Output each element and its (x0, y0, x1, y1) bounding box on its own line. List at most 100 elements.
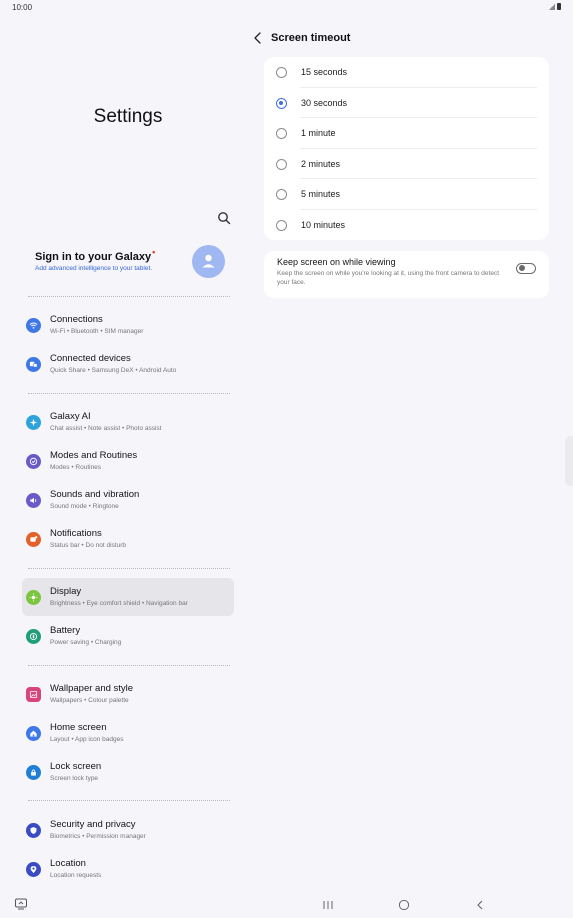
account-title-text: Sign in to your Galaxy (35, 251, 152, 263)
option-label: 15 seconds (301, 67, 348, 77)
timeout-option-1-minute[interactable]: 1 minute (264, 118, 549, 149)
item-subtitle: Sound mode • Ringtone (50, 503, 119, 510)
wifi-icon (26, 318, 41, 333)
back-nav-button[interactable] (474, 898, 486, 910)
item-title: Sounds and vibration (50, 489, 140, 500)
item-title: Display (50, 586, 82, 597)
detail-title: Screen timeout (271, 32, 351, 44)
navigation-bar (0, 894, 573, 918)
settings-item-notifications[interactable]: Notifications Status bar • Do not distur… (22, 520, 234, 558)
lock-icon (26, 765, 41, 780)
person-icon (202, 254, 215, 268)
location-pin-icon (26, 862, 41, 877)
search-button[interactable] (216, 210, 232, 226)
divider (28, 665, 230, 666)
timeout-option-5-minutes[interactable]: 5 minutes (264, 179, 549, 210)
settings-item-lock-screen[interactable]: Lock screen Screen lock type (22, 753, 234, 791)
image-icon (26, 687, 41, 702)
edge-panel-handle[interactable] (565, 436, 573, 486)
toggle-knob (518, 265, 525, 272)
avatar (192, 245, 225, 278)
item-subtitle: Location requests (50, 872, 102, 879)
settings-item-sounds[interactable]: Sounds and vibration Sound mode • Ringto… (22, 481, 234, 519)
sun-icon (26, 590, 41, 605)
signal-icon (549, 3, 555, 10)
settings-item-wallpaper[interactable]: Wallpaper and style Wallpapers • Colour … (22, 675, 234, 713)
timeout-option-15-seconds[interactable]: 15 seconds (264, 57, 549, 88)
item-title: Lock screen (50, 761, 102, 772)
home-circle-icon (399, 900, 409, 910)
battery-status-icon (557, 3, 561, 10)
home-icon (26, 726, 41, 741)
option-label: 5 minutes (301, 189, 341, 199)
account-sign-in[interactable]: Sign in to your Galaxy• Add advanced int… (22, 240, 234, 284)
search-icon (218, 212, 231, 225)
item-subtitle: Brightness • Eye comfort shield • Naviga… (50, 600, 188, 607)
chevron-left-icon (254, 32, 261, 44)
account-subtitle: Add advanced intelligence to your tablet… (35, 265, 153, 272)
radio-button[interactable] (276, 219, 287, 231)
timeout-option-30-seconds[interactable]: 30 seconds (264, 88, 549, 118)
item-title: Location (50, 858, 86, 869)
item-title: Home screen (50, 722, 107, 733)
keep-screen-on-title: Keep screen on while viewing (277, 257, 396, 267)
item-title: Connections (50, 314, 103, 325)
radio-button[interactable] (276, 128, 287, 139)
settings-item-display[interactable]: Display Brightness • Eye comfort shield … (22, 578, 234, 616)
settings-item-home-screen[interactable]: Home screen Layout • App icon badges (22, 714, 234, 752)
radio-button[interactable] (276, 158, 287, 170)
recent-apps-button[interactable] (321, 898, 335, 910)
detail-header: Screen timeout (252, 30, 552, 48)
option-label: 1 minute (301, 128, 336, 138)
shield-icon (26, 823, 41, 838)
check-circle-icon (26, 454, 41, 469)
back-arrow-icon (477, 900, 483, 910)
keep-screen-on-description: Keep the screen on while you're looking … (277, 270, 500, 286)
bell-icon (26, 532, 41, 547)
timeout-option-2-minutes[interactable]: 2 minutes (264, 149, 549, 179)
item-title: Battery (50, 625, 81, 636)
settings-item-security[interactable]: Security and privacy Biometrics • Permis… (22, 811, 234, 849)
radio-button-selected[interactable] (276, 97, 287, 109)
settings-item-galaxy-ai[interactable]: Galaxy AI Chat assist • Note assist • Ph… (22, 403, 234, 441)
timeout-options-card: 15 seconds 30 seconds 1 minute 2 minutes… (264, 57, 549, 240)
item-subtitle: Layout • App icon badges (50, 736, 124, 743)
item-title: Connected devices (50, 353, 131, 364)
option-label: 2 minutes (301, 158, 341, 169)
divider (28, 568, 230, 569)
devices-icon (26, 357, 41, 372)
sparkle-icon (26, 415, 41, 430)
keep-screen-on-card[interactable]: Keep screen on while viewing Keep the sc… (264, 251, 549, 298)
item-subtitle: Quick Share • Samsung DeX • Android Auto (50, 367, 177, 374)
keep-screen-on-toggle[interactable] (516, 263, 536, 274)
divider (28, 393, 230, 394)
item-title: Security and privacy (50, 819, 136, 830)
item-subtitle: Wallpapers • Colour palette (50, 697, 129, 704)
item-subtitle: Power saving • Charging (50, 639, 122, 646)
settings-item-modes-routines[interactable]: Modes and Routines Modes • Routines (22, 442, 234, 480)
radio-button[interactable] (276, 189, 287, 200)
timeout-option-10-minutes[interactable]: 10 minutes (264, 210, 549, 241)
page-title: Settings (93, 106, 163, 127)
settings-item-connected-devices[interactable]: Connected devices Quick Share • Samsung … (22, 345, 234, 383)
item-subtitle: Wi-Fi • Bluetooth • SIM manager (50, 328, 144, 335)
item-subtitle: Chat assist • Note assist • Photo assist (50, 425, 162, 432)
recent-apps-icon (323, 901, 333, 909)
radio-button[interactable] (276, 67, 287, 78)
divider (28, 296, 230, 297)
item-title: Wallpaper and style (50, 683, 134, 694)
keyboard-icon (15, 898, 27, 910)
item-title: Galaxy AI (50, 411, 91, 422)
option-label: 10 minutes (301, 219, 346, 230)
keyboard-switch-button[interactable] (14, 897, 28, 911)
settings-item-battery[interactable]: Battery Power saving • Charging (22, 617, 234, 655)
item-title: Modes and Routines (50, 450, 138, 461)
status-icons (549, 3, 561, 10)
back-button[interactable] (252, 31, 264, 45)
item-subtitle: Biometrics • Permission manager (50, 833, 146, 840)
settings-panel: Settings Sign in to your Galaxy• Add adv… (0, 0, 256, 918)
home-button[interactable] (398, 898, 410, 910)
settings-item-location[interactable]: Location Location requests (22, 850, 234, 888)
settings-item-connections[interactable]: Connections Wi-Fi • Bluetooth • SIM mana… (22, 306, 234, 344)
account-title: Sign in to your Galaxy• (35, 247, 155, 263)
